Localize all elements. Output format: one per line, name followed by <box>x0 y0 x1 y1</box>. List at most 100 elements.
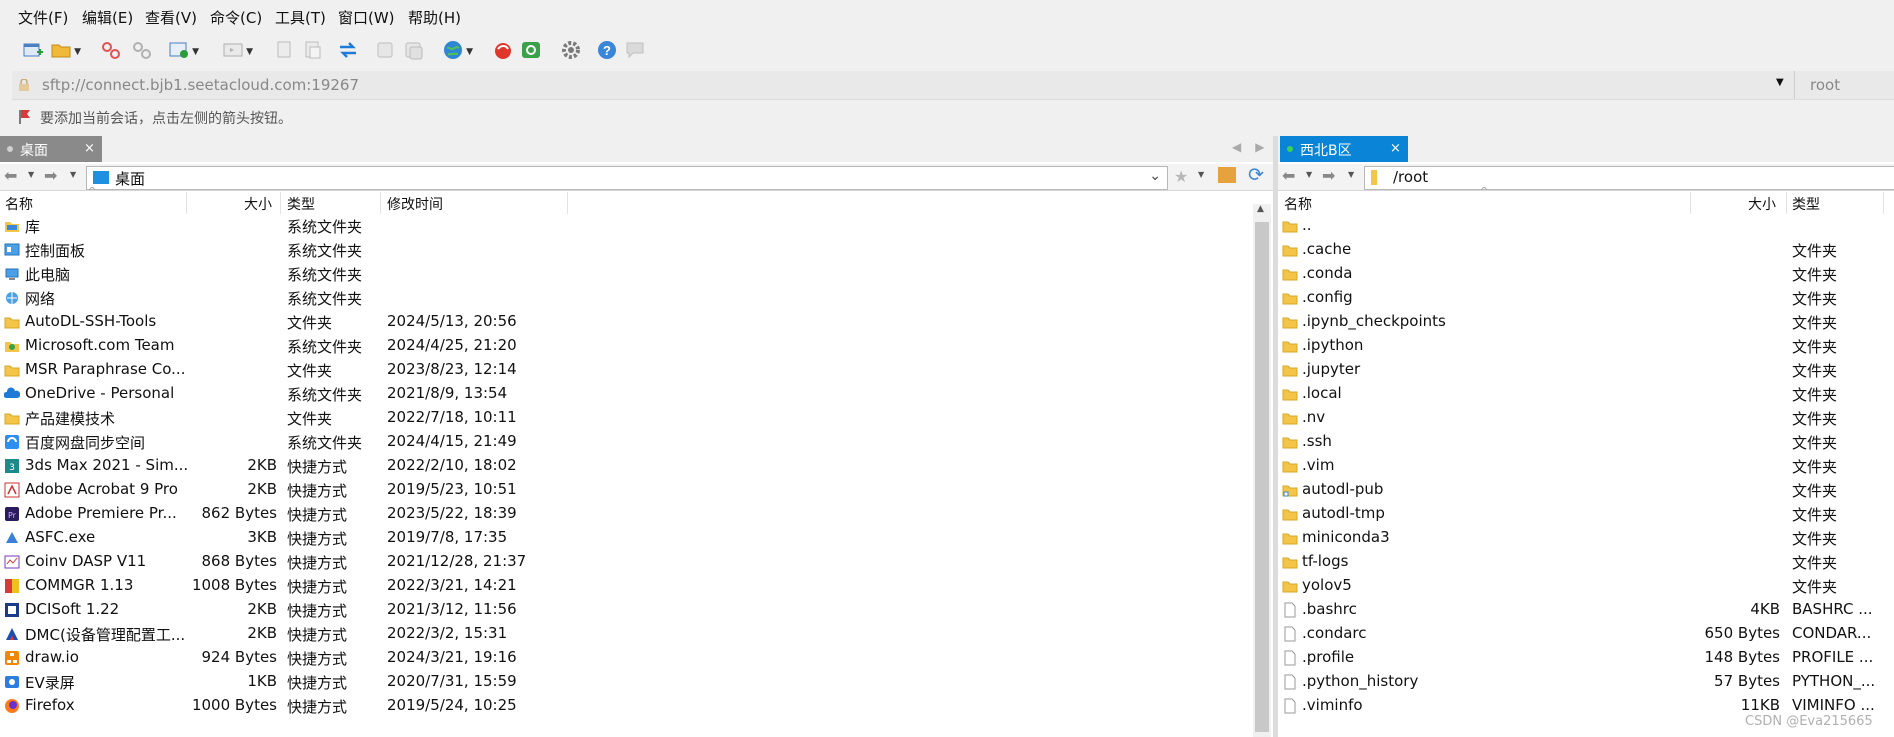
table-row[interactable]: COMMGR 1.13 1008 Bytes 快捷方式 2022/3/21, 14:2… <box>0 574 1273 598</box>
column-separator[interactable] <box>1690 192 1691 214</box>
chevron-down-icon[interactable]: ⌄ <box>1149 168 1161 184</box>
chevron-down-icon[interactable]: ▼ <box>1776 77 1784 88</box>
red-app-icon[interactable] <box>492 39 514 61</box>
table-row[interactable]: Coinv DASP V11 868 Bytes 快捷方式 2021/12/28, 2… <box>0 550 1273 574</box>
local-path-input[interactable]: 桌面 ⌄ <box>86 166 1168 190</box>
header-size[interactable]: 大小 <box>1748 194 1776 214</box>
tab-scroll-arrows[interactable]: ◀▶ <box>1232 140 1278 154</box>
home-icon[interactable] <box>1218 167 1236 183</box>
menu-command[interactable]: 命令(C) <box>210 7 262 28</box>
table-row[interactable]: .jupyter 文件夹 <box>1278 358 1894 382</box>
table-row[interactable]: .profile 148 Bytes PROFILE ... <box>1278 646 1894 670</box>
green-app-icon[interactable] <box>520 39 542 61</box>
table-row[interactable]: 3 3ds Max 2021 - Sim... 2KB 快捷方式 2022/2/10, … <box>0 454 1273 478</box>
table-row[interactable]: 控制面板 系统文件夹 <box>0 238 1273 262</box>
column-separator[interactable] <box>186 192 187 214</box>
chevron-down-icon[interactable]: ▼ <box>1198 170 1204 179</box>
table-row[interactable]: .conda 文件夹 <box>1278 262 1894 286</box>
back-icon[interactable]: ⬅ <box>1282 166 1295 185</box>
table-row[interactable]: .bashrc 4KB BASHRC ... <box>1278 598 1894 622</box>
reconnect-icon[interactable] <box>131 39 153 61</box>
gear-icon[interactable] <box>560 39 582 61</box>
column-separator[interactable] <box>280 192 281 214</box>
table-row[interactable]: .config 文件夹 <box>1278 286 1894 310</box>
globe-icon[interactable]: ▼ <box>442 39 473 61</box>
table-row[interactable]: .ipython 文件夹 <box>1278 334 1894 358</box>
chevron-down-icon[interactable]: ▼ <box>28 170 34 179</box>
header-name[interactable]: 名称 <box>1284 194 1312 214</box>
column-separator[interactable] <box>1883 192 1884 214</box>
header-modified[interactable]: 修改时间 <box>387 194 443 214</box>
table-row[interactable]: Firefox 1000 Bytes 快捷方式 2019/5/24, 10:25 <box>0 694 1273 718</box>
table-row[interactable]: Microsoft.com Team 系统文件夹 2024/4/25, 21:20 <box>0 334 1273 358</box>
close-icon[interactable]: × <box>1390 141 1401 156</box>
transfer-icon[interactable] <box>337 39 359 61</box>
address-bar[interactable]: sftp://connect.bjb1.seetacloud.com:19267… <box>12 71 1894 100</box>
queue-icon[interactable] <box>375 39 397 61</box>
terminal-icon[interactable]: ▼ <box>222 39 253 61</box>
tab-local[interactable]: 桌面 × <box>0 136 102 162</box>
chevron-down-icon[interactable]: ▼ <box>1348 170 1354 179</box>
table-row[interactable]: EV录屏 1KB 快捷方式 2020/7/31, 15:59 <box>0 670 1273 694</box>
session-properties-icon[interactable]: ▼ <box>168 39 199 61</box>
remote-path-input[interactable]: /root <box>1364 166 1894 190</box>
username-field[interactable]: root <box>1810 76 1840 94</box>
table-row[interactable]: miniconda3 文件夹 <box>1278 526 1894 550</box>
chat-icon[interactable] <box>624 39 646 61</box>
local-scrollbar-thumb[interactable] <box>1255 222 1269 732</box>
new-session-icon[interactable] <box>22 39 44 61</box>
table-row[interactable]: tf-logs 文件夹 <box>1278 550 1894 574</box>
table-row[interactable]: .local 文件夹 <box>1278 382 1894 406</box>
help-icon[interactable]: ? <box>596 39 618 61</box>
copy-icon[interactable] <box>274 39 296 61</box>
menu-file[interactable]: 文件(F) <box>18 7 68 28</box>
close-icon[interactable]: × <box>84 141 95 156</box>
chevron-down-icon[interactable]: ▼ <box>1306 170 1312 179</box>
table-row[interactable]: .ipynb_checkpoints 文件夹 <box>1278 310 1894 334</box>
session-url[interactable]: sftp://connect.bjb1.seetacloud.com:19267 <box>42 76 359 94</box>
table-row[interactable]: 网络 系统文件夹 <box>0 286 1273 310</box>
table-row[interactable]: Pr Adobe Premiere Pr... 862 Bytes 快捷方式 2023/… <box>0 502 1273 526</box>
table-row[interactable]: DCISoft 1.22 2KB 快捷方式 2021/3/12, 11:56 <box>0 598 1273 622</box>
table-row[interactable]: .. <box>1278 214 1894 238</box>
menu-help[interactable]: 帮助(H) <box>408 7 461 28</box>
open-folder-icon[interactable]: ▼ <box>50 39 81 61</box>
table-row[interactable]: MSR Paraphrase Co... 文件夹 2023/8/23, 12:14 <box>0 358 1273 382</box>
table-row[interactable]: .ssh 文件夹 <box>1278 430 1894 454</box>
header-size[interactable]: 大小 <box>244 194 272 214</box>
chevron-down-icon[interactable]: ▼ <box>70 170 76 179</box>
table-row[interactable]: .nv 文件夹 <box>1278 406 1894 430</box>
table-row[interactable]: .cache 文件夹 <box>1278 238 1894 262</box>
forward-icon[interactable]: ➡ <box>44 166 57 185</box>
table-row[interactable]: ASFC.exe 3KB 快捷方式 2019/7/8, 17:35 <box>0 526 1273 550</box>
sync-icon[interactable] <box>403 39 425 61</box>
table-row[interactable]: 产品建模技术 文件夹 2022/7/18, 10:11 <box>0 406 1273 430</box>
back-icon[interactable]: ⬅ <box>4 166 17 185</box>
local-scrollbar[interactable]: ▲ <box>1253 204 1271 737</box>
header-type[interactable]: 类型 <box>1792 194 1820 214</box>
column-separator[interactable] <box>1786 192 1787 214</box>
table-row[interactable]: OneDrive - Personal 系统文件夹 2021/8/9, 13:54 <box>0 382 1273 406</box>
menu-view[interactable]: 查看(V) <box>145 7 197 28</box>
star-icon[interactable]: ★ <box>1174 167 1188 186</box>
menu-edit[interactable]: 编辑(E) <box>82 7 133 28</box>
refresh-icon[interactable]: ⟳ <box>1248 164 1264 186</box>
forward-icon[interactable]: ➡ <box>1322 166 1335 185</box>
table-row[interactable]: autodl-tmp 文件夹 <box>1278 502 1894 526</box>
table-row[interactable]: yolov5 文件夹 <box>1278 574 1894 598</box>
table-row[interactable]: Adobe Acrobat 9 Pro 2KB 快捷方式 2019/5/23, 10:… <box>0 478 1273 502</box>
table-row[interactable]: 库 系统文件夹 <box>0 214 1273 238</box>
menu-tools[interactable]: 工具(T) <box>275 7 326 28</box>
table-row[interactable]: autodl-pub 文件夹 <box>1278 478 1894 502</box>
table-row[interactable]: .python_history 57 Bytes PYTHON_... <box>1278 670 1894 694</box>
paste-icon[interactable] <box>302 39 324 61</box>
table-row[interactable]: .vim 文件夹 <box>1278 454 1894 478</box>
disconnect-icon[interactable] <box>100 39 122 61</box>
bookmark-flag-icon[interactable] <box>18 109 32 125</box>
table-row[interactable]: draw.io 924 Bytes 快捷方式 2024/3/21, 19:16 <box>0 646 1273 670</box>
table-row[interactable]: .condarc 650 Bytes CONDAR... <box>1278 622 1894 646</box>
header-type[interactable]: 类型 <box>287 194 315 214</box>
column-separator[interactable] <box>380 192 381 214</box>
scroll-up-icon[interactable]: ▲ <box>1257 204 1264 214</box>
tab-remote[interactable]: 西北B区 × <box>1280 136 1408 162</box>
